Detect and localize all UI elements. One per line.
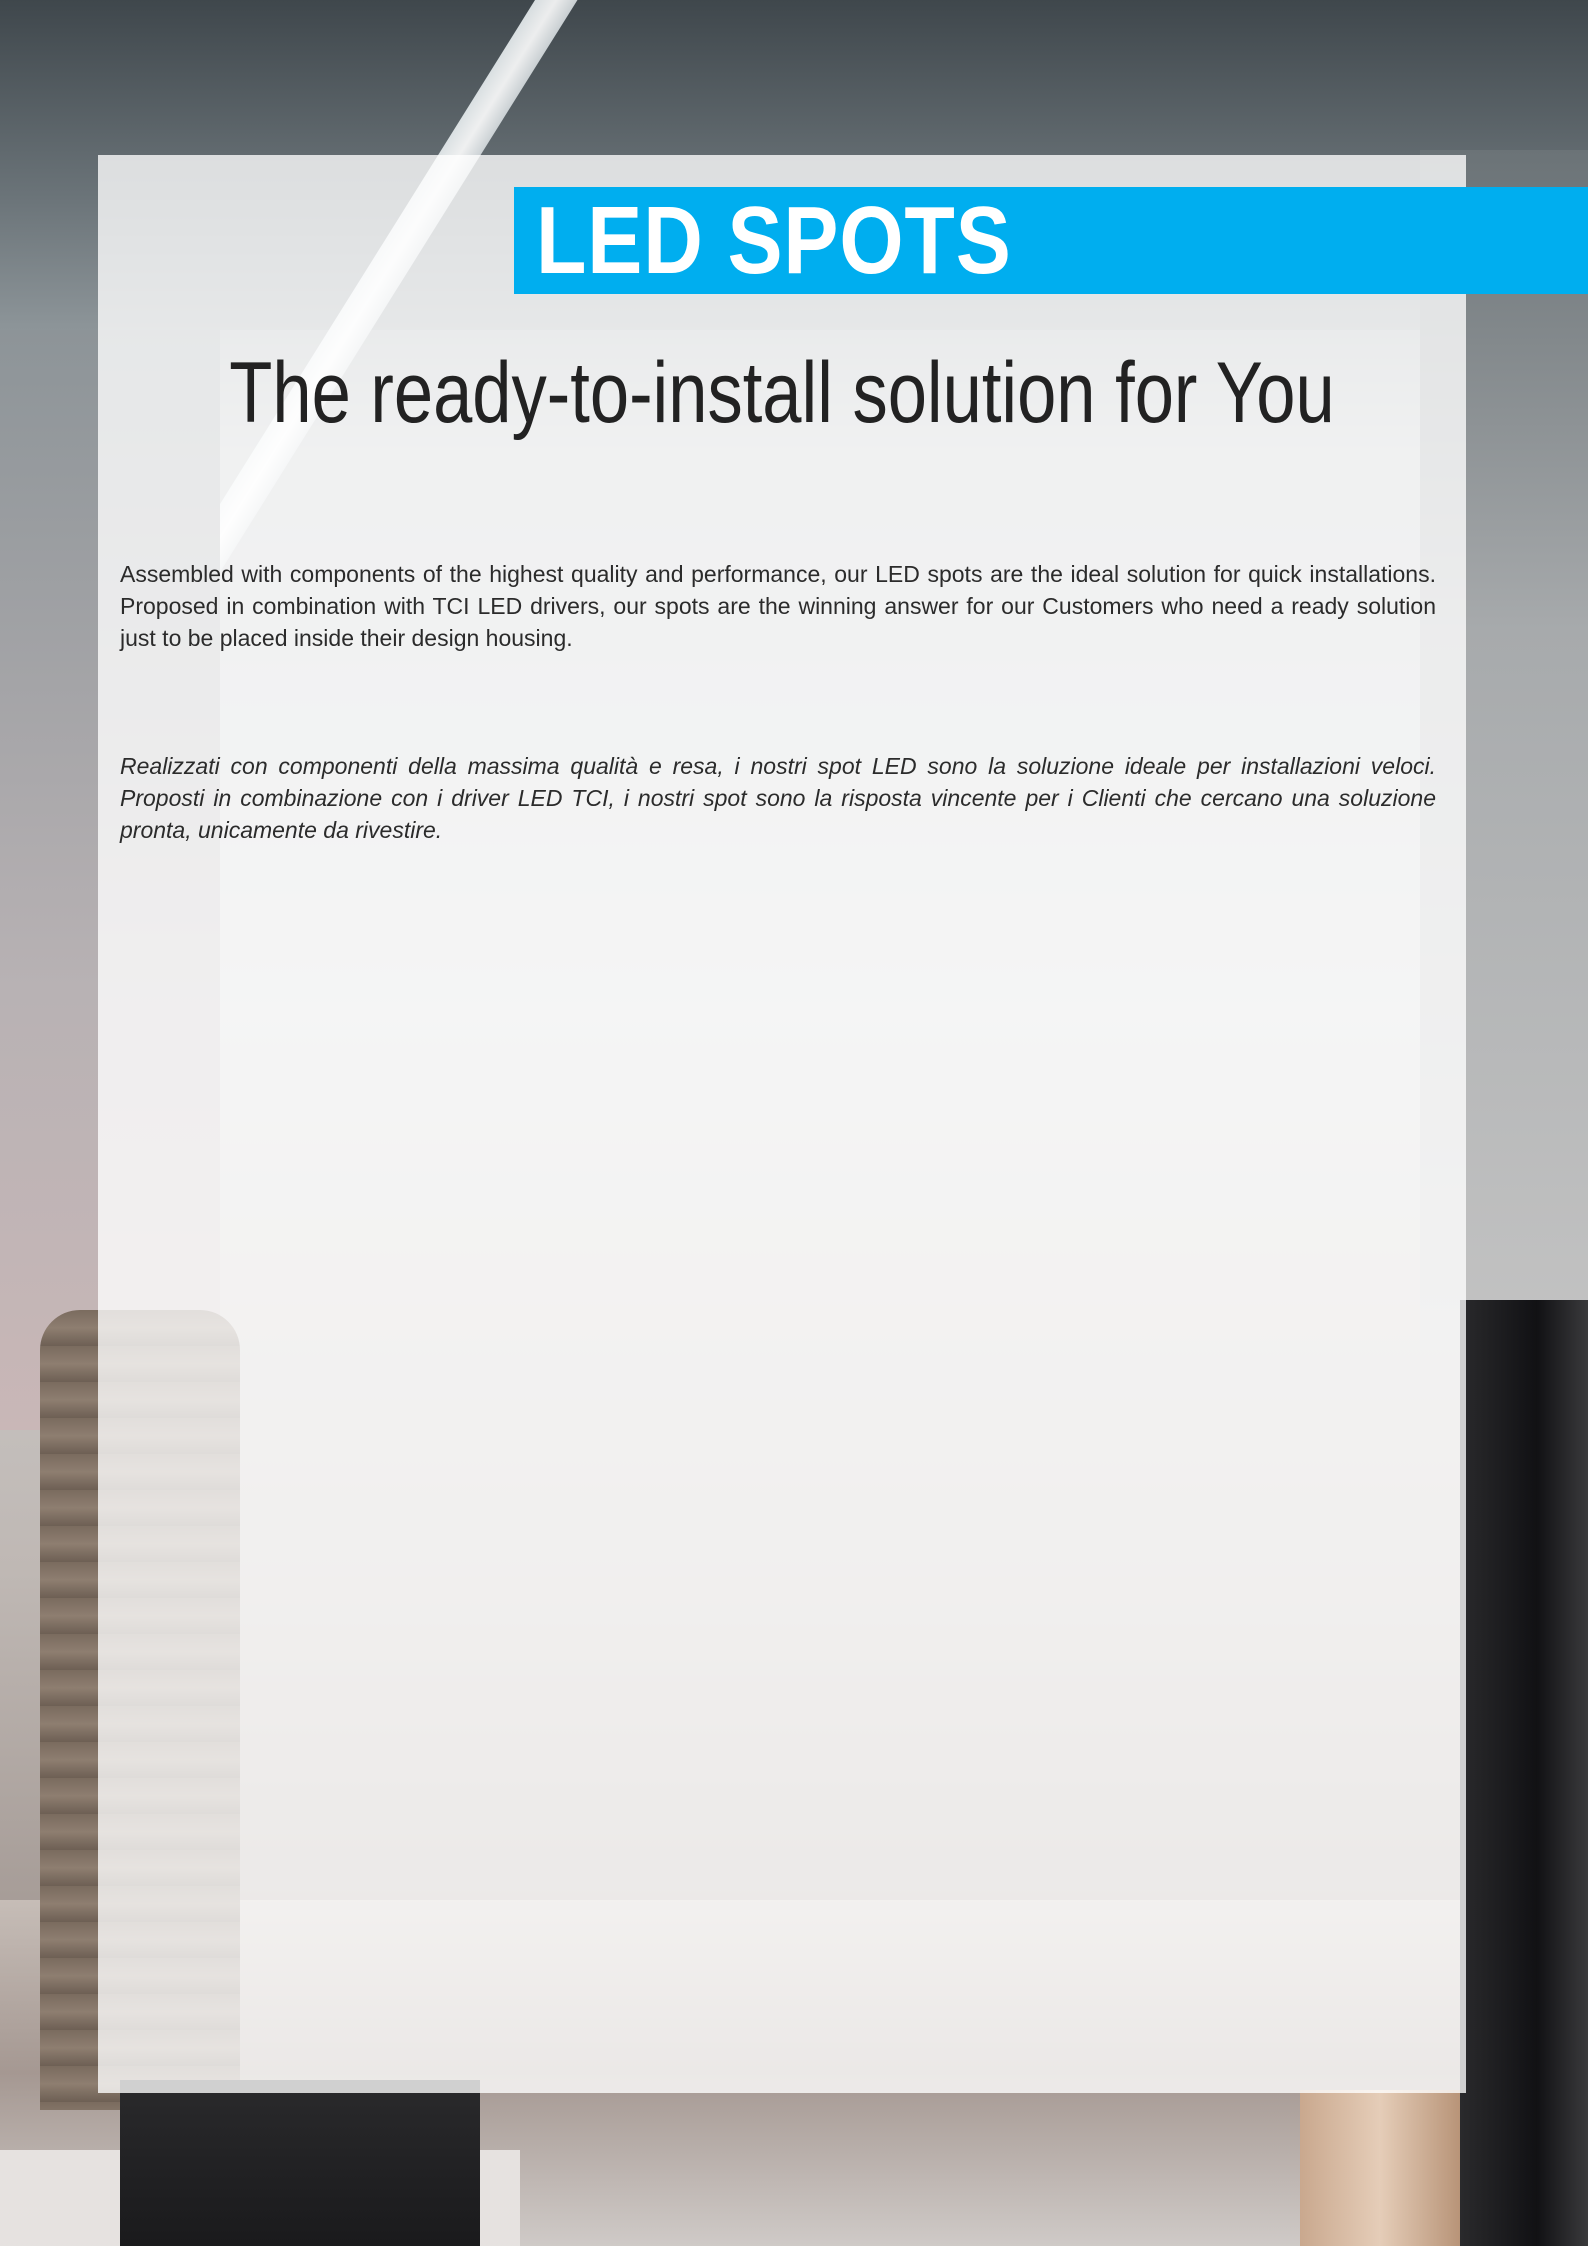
subtitle: The ready-to-install solution for You — [229, 345, 1335, 441]
garment-bottom-right — [1300, 2090, 1460, 2246]
page-title: LED SPOTS — [536, 187, 1012, 294]
title-band: LED SPOTS — [514, 187, 1588, 294]
paragraph-italian: Realizzati con componenti della massima … — [120, 753, 1436, 843]
paragraph-english: Assembled with components of the highest… — [120, 561, 1436, 651]
garment-rack-right — [1460, 1300, 1588, 2246]
folded-clothes-stack — [120, 2080, 480, 2246]
